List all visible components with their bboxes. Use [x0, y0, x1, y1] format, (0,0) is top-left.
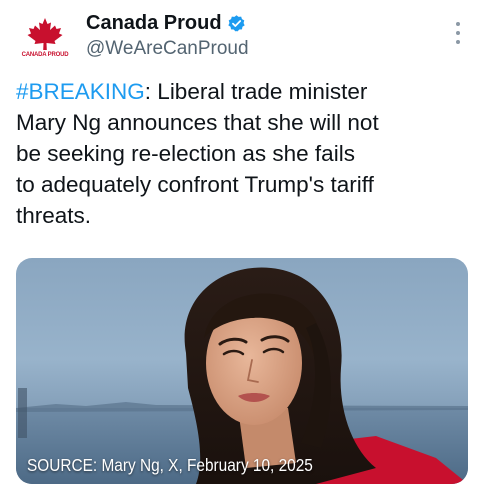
- verified-badge-icon: [227, 14, 245, 31]
- user-handle[interactable]: @WeAreCanProud: [86, 38, 249, 60]
- media-caption: SOURCE: Mary Ng, X, February 10, 2025: [27, 455, 313, 475]
- tweet-line-4: to adequately confront Trump's tariff: [16, 172, 374, 197]
- tweet-line-3: be seeking re-election as she fails: [16, 141, 355, 166]
- tweet-line-text: : Liberal trade minister: [144, 79, 368, 104]
- tweet: CANADA PROUD Canada Proud @WeAreCanProud…: [0, 0, 486, 500]
- more-dot: [456, 40, 460, 44]
- hashtag-link[interactable]: #BREAKING: [16, 79, 145, 104]
- portrait-photo: [16, 267, 468, 484]
- tweet-line-5: threats.: [16, 203, 92, 228]
- display-name-row: Canada Proud: [86, 10, 246, 36]
- tweet-line-2: Mary Ng announces that she will not: [16, 110, 379, 135]
- tweet-line-1: #BREAKING: Liberal trade minister: [16, 76, 456, 107]
- tweet-media-image[interactable]: SOURCE: Mary Ng, X, February 10, 2025: [16, 258, 468, 484]
- tweet-header: CANADA PROUD Canada Proud @WeAreCanProud: [20, 8, 470, 68]
- maple-leaf-icon: [27, 18, 63, 50]
- tweet-text: #BREAKING: Liberal trade minister Mary N…: [16, 76, 456, 231]
- avatar[interactable]: CANADA PROUD: [20, 16, 70, 66]
- more-options-icon[interactable]: [454, 22, 462, 44]
- more-dot: [456, 31, 460, 35]
- display-name[interactable]: Canada Proud: [86, 12, 222, 35]
- avatar-logo-text: CANADA PROUD: [21, 52, 69, 58]
- more-dot: [456, 22, 460, 26]
